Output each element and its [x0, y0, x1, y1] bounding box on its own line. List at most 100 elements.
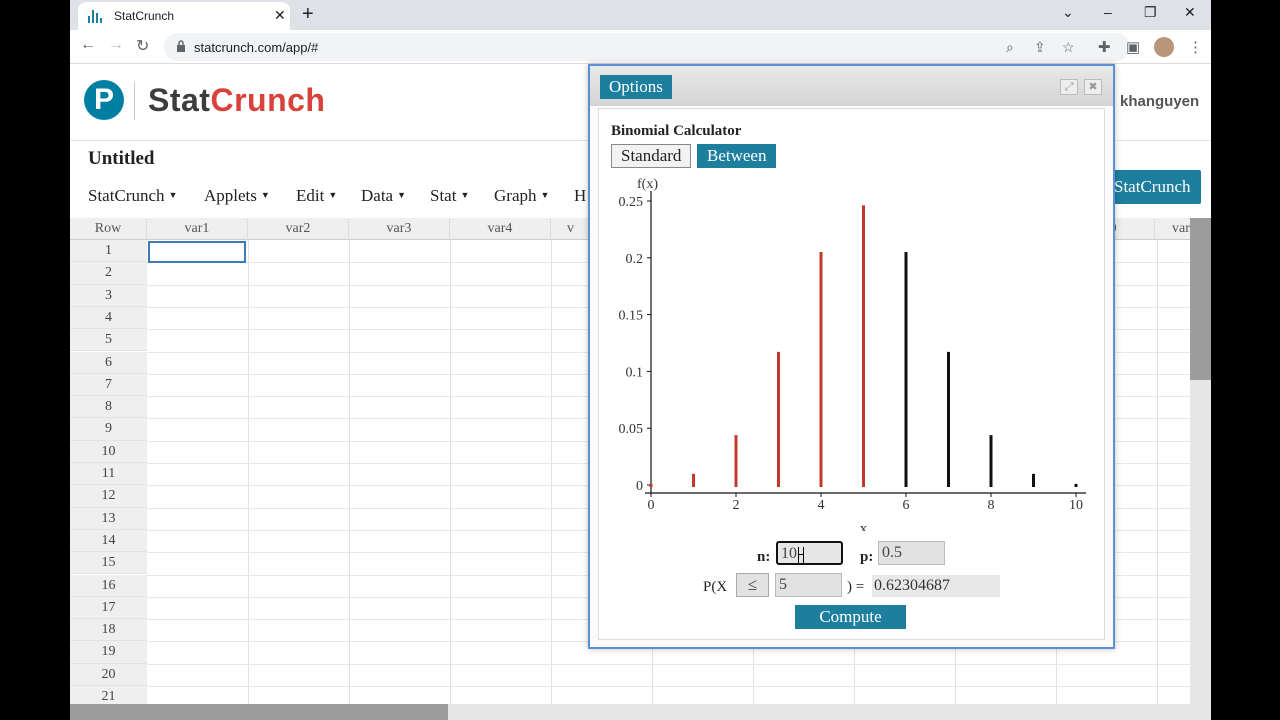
browser-tab[interactable]: StatCrunch ✕: [78, 2, 290, 30]
binomial-chart: 0 0.05 0.1 0.15 0.2 0.25 0 2 4 6 8 10 f(x) x: [619, 177, 1086, 531]
p-input[interactable]: 0.5: [878, 541, 945, 565]
close-icon[interactable]: ✖: [1084, 79, 1102, 95]
tab-standard[interactable]: Standard: [611, 144, 692, 168]
bookmark-star-icon[interactable]: ☆: [1062, 39, 1075, 56]
statcrunch-favicon-icon: [88, 10, 102, 23]
y-tick-label: 0.15: [619, 309, 644, 324]
expand-icon[interactable]: ⤢: [1060, 79, 1078, 95]
row-number[interactable]: 1: [70, 240, 147, 263]
x-tick-label: 10: [1069, 498, 1083, 513]
row-number[interactable]: 10: [70, 440, 147, 463]
logo-divider: [134, 82, 135, 120]
grid-column-line: [248, 240, 249, 720]
statcrunch-brand: StatCrunch: [148, 82, 325, 119]
y-tick-label: 0.05: [619, 422, 644, 437]
row-number[interactable]: 6: [70, 351, 147, 374]
zoom-icon[interactable]: ⌕: [1006, 39, 1014, 56]
x-tick-label: 8: [988, 498, 995, 513]
menu-graph[interactable]: Graph ▼: [494, 186, 549, 206]
calculator-title: Binomial Calculator: [611, 123, 742, 139]
x-input[interactable]: 5: [775, 573, 842, 597]
brand-stat: Stat: [148, 82, 211, 118]
statcrunch-menu-button[interactable]: StatCrunch ▾: [1102, 170, 1201, 230]
column-header[interactable]: v: [551, 218, 591, 240]
grid-column-line: [349, 240, 350, 720]
menu-statcrunch[interactable]: StatCrunch ▼: [88, 186, 177, 206]
row-number[interactable]: 13: [70, 507, 147, 530]
prob-prefix: P(X: [703, 579, 728, 595]
row-number[interactable]: 15: [70, 552, 147, 575]
lock-icon: [177, 40, 185, 52]
tab-between[interactable]: Between: [697, 144, 777, 168]
row-number[interactable]: 18: [70, 619, 147, 642]
menu-data[interactable]: Data ▼: [361, 186, 406, 206]
tab-search-icon[interactable]: ⌄: [1062, 4, 1074, 21]
row-number[interactable]: 9: [70, 418, 147, 441]
selected-cell[interactable]: [148, 241, 246, 263]
menu-edit[interactable]: Edit ▼: [296, 186, 337, 206]
row-header: Row: [70, 218, 147, 240]
binomial-calculator-dialog: Options ⤢ ✖ Binomial Calculator Standard…: [588, 64, 1115, 649]
horizontal-scroll-thumb[interactable]: [70, 704, 448, 720]
y-tick-label: 0.25: [619, 195, 644, 210]
y-tick-label: 0.2: [626, 252, 644, 267]
back-arrow-icon[interactable]: ←: [80, 36, 96, 54]
menu-applets[interactable]: Applets ▼: [204, 186, 270, 206]
tab-close-icon[interactable]: ✕: [274, 7, 286, 24]
restore-button[interactable]: ❐: [1144, 4, 1157, 21]
minimize-button[interactable]: –: [1104, 4, 1112, 20]
options-button[interactable]: Options: [600, 75, 672, 99]
row-number[interactable]: 17: [70, 596, 147, 620]
grid-column-line: [450, 240, 451, 720]
row-number[interactable]: 8: [70, 396, 147, 419]
column-header[interactable]: var3: [349, 218, 450, 240]
vertical-scroll-thumb[interactable]: [1190, 218, 1211, 380]
row-number[interactable]: 7: [70, 373, 147, 397]
username[interactable]: khanguyen: [1120, 93, 1199, 110]
row-number[interactable]: 3: [70, 284, 147, 307]
row-number[interactable]: 12: [70, 485, 147, 508]
browser-toolbar: ← → ↻ statcrunch.com/app/# ⌕ ⇪ ☆ ✚ ▣ ⋮: [70, 30, 1211, 64]
row-number[interactable]: 4: [70, 306, 147, 330]
probability-result: 0.62304687: [872, 575, 1000, 597]
operator-select[interactable]: ≤: [736, 573, 769, 597]
row-number[interactable]: 14: [70, 529, 147, 553]
row-number[interactable]: 11: [70, 463, 147, 486]
side-panel-icon[interactable]: ▣: [1126, 38, 1140, 56]
grid-column-line: [1157, 240, 1158, 720]
row-number[interactable]: 20: [70, 663, 147, 686]
x-tick-label: 6: [903, 498, 910, 513]
pearson-logo-icon: P: [84, 80, 124, 120]
new-tab-button[interactable]: +: [302, 3, 314, 26]
n-input[interactable]: 10: [776, 541, 843, 565]
grid-row-line: [147, 663, 1190, 665]
share-icon[interactable]: ⇪: [1034, 39, 1046, 56]
window-close-button[interactable]: ✕: [1184, 4, 1196, 21]
x-tick-label: 2: [733, 498, 740, 513]
menu-stat[interactable]: Stat ▼: [430, 186, 469, 206]
more-menu-icon[interactable]: ⋮: [1188, 38, 1203, 56]
y-axis-label: f(x): [637, 177, 658, 192]
tab-title: StatCrunch: [114, 9, 175, 23]
menu-help[interactable]: H: [574, 186, 586, 206]
x-tick-label: 4: [818, 498, 825, 513]
compute-button[interactable]: Compute: [795, 605, 906, 629]
extensions-icon[interactable]: ✚: [1098, 38, 1111, 56]
profile-avatar[interactable]: [1154, 37, 1174, 57]
row-number[interactable]: 2: [70, 262, 147, 285]
column-header[interactable]: var2: [248, 218, 349, 240]
document-title[interactable]: Untitled: [88, 148, 155, 170]
n-label: n:: [757, 549, 771, 565]
row-number[interactable]: 16: [70, 574, 147, 597]
url-text: statcrunch.com/app/#: [194, 40, 319, 55]
forward-arrow-icon[interactable]: →: [108, 36, 124, 54]
y-tick-label: 0.1: [626, 365, 644, 380]
row-number[interactable]: 19: [70, 641, 147, 664]
address-bar[interactable]: statcrunch.com/app/# ⌕ ⇪ ☆: [164, 33, 1130, 61]
dialog-titlebar[interactable]: Options ⤢ ✖: [590, 66, 1113, 106]
column-header[interactable]: var4: [450, 218, 551, 240]
column-header[interactable]: var1: [147, 218, 248, 240]
reload-icon[interactable]: ↻: [136, 36, 149, 56]
row-number[interactable]: 5: [70, 329, 147, 352]
tab-strip: StatCrunch ✕ + ⌄ – ❐ ✕: [70, 0, 1211, 30]
